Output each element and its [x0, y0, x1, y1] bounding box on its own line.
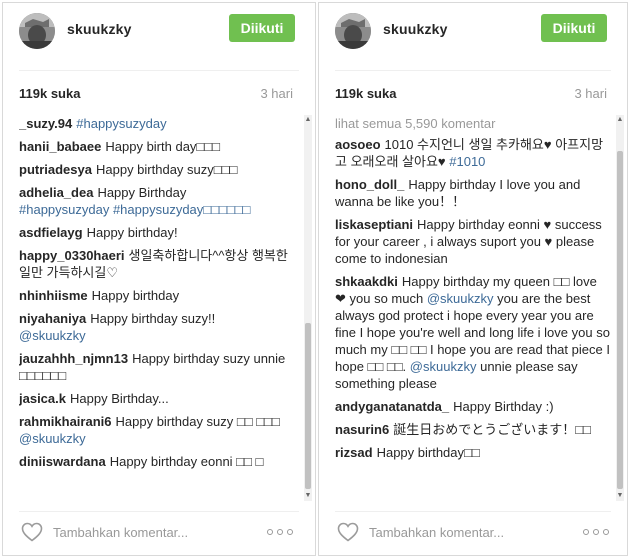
comment-text: Happy birthday suzy □□ □□□	[115, 414, 280, 429]
follow-button[interactable]: Diikuti	[229, 14, 295, 42]
comment-item: niyahaniya Happy birthday suzy!! @skuukzky	[19, 310, 299, 344]
comment-username[interactable]: hono_doll_	[335, 177, 404, 192]
follow-button[interactable]: Diikuti	[541, 14, 607, 42]
comment-list: _suzy.94 #happysuzyday hanii_babaee Happy …	[19, 115, 299, 501]
more-options-icon[interactable]	[267, 524, 293, 540]
comment-text: Happy Birthday	[97, 185, 187, 200]
comment-input[interactable]	[369, 522, 559, 542]
comment-username[interactable]: asdfielayg	[19, 225, 83, 240]
comment-text: Happy birthday	[91, 288, 180, 303]
hashtag[interactable]: #happysuzyday	[76, 116, 166, 131]
comment-item: jauzahhh_njmn13 Happy birthday suzy unnie…	[19, 350, 299, 384]
post-panel-left: skuukzky Diikuti 119k suka 3 hari _suzy.…	[2, 2, 316, 556]
comment-item: andyganatanatda_ Happy Birthday :)	[335, 398, 611, 415]
scrollbar-thumb[interactable]	[617, 151, 623, 489]
comment-text: Happy Birthday :)	[453, 399, 554, 414]
comment-item: rahmikhairani6 Happy birthday suzy □□ □□□…	[19, 413, 299, 447]
hashtag[interactable]: #1010	[449, 154, 485, 169]
mention-link[interactable]: @skuukzky	[19, 328, 86, 343]
comment-username[interactable]: liskaseptiani	[335, 217, 413, 232]
scroll-down-arrow-icon[interactable]: ▼	[304, 491, 312, 501]
comment-username[interactable]: nasurin6	[335, 422, 389, 437]
comment-username[interactable]: diniiswardana	[19, 454, 106, 469]
comment-list: lihat semua 5,590 komentar aosoeo 1010 수지…	[335, 115, 611, 501]
comment-username[interactable]: niyahaniya	[19, 311, 86, 326]
comment-input[interactable]	[53, 522, 243, 542]
comment-username[interactable]: hanii_babaee	[19, 139, 101, 154]
mention-link[interactable]: @skuukzky	[427, 291, 494, 306]
comment-username[interactable]: jasica.k	[19, 391, 66, 406]
comment-item: diniiswardana Happy birthday eonni □□ □	[19, 453, 299, 470]
comment-username[interactable]: _suzy.94	[19, 116, 72, 131]
comment-text: Happy birthday!	[86, 225, 178, 240]
comment-text: Happy birthday□□	[376, 445, 480, 460]
post-time[interactable]: 3 hari	[574, 86, 607, 101]
avatar[interactable]	[19, 13, 55, 49]
comment-username[interactable]: aosoeo	[335, 137, 381, 152]
scroll-down-arrow-icon[interactable]: ▼	[616, 491, 624, 501]
comment-username[interactable]: andyganatanatda_	[335, 399, 449, 414]
more-options-icon[interactable]	[583, 524, 609, 540]
heart-icon[interactable]	[21, 522, 43, 542]
comment-text: Happy birth day□□□	[105, 139, 220, 154]
comment-item: hono_doll_ Happy birthday I love you and …	[335, 176, 611, 210]
comment-username[interactable]: putriadesya	[19, 162, 92, 177]
comment-item: aosoeo 1010 수지언니 생일 추카해요♥ 아프지망고 오래오래 살아요♥…	[335, 136, 611, 170]
view-all-comments-link[interactable]: lihat semua 5,590 komentar	[335, 115, 611, 132]
like-count[interactable]: 119k suka	[335, 86, 396, 101]
comment-username[interactable]: shkaakdki	[335, 274, 398, 289]
mention-link[interactable]: @skuukzky	[410, 359, 477, 374]
comment-item: happy_0330haeri 생일축하합니다^^항상 행복한 일만 가득하시길♡	[19, 247, 299, 281]
heart-icon[interactable]	[337, 522, 359, 542]
comment-text: Happy birthday suzy!!	[90, 311, 216, 326]
post-header: skuukzky Diikuti	[3, 3, 315, 59]
post-footer	[319, 512, 627, 555]
comment-text: Happy birthday eonni □□ □	[109, 454, 264, 469]
post-footer	[3, 512, 315, 555]
username[interactable]: skuukzky	[67, 21, 132, 37]
comment-username[interactable]: rizsad	[335, 445, 373, 460]
username[interactable]: skuukzky	[383, 21, 448, 37]
scrollbar-thumb[interactable]	[305, 323, 311, 489]
comment-item: jasica.k Happy Birthday...	[19, 390, 299, 407]
comment-text: Happy Birthday...	[70, 391, 169, 406]
comment-text: Happy birthday suzy□□□	[95, 162, 238, 177]
comment-item: putriadesya Happy birthday suzy□□□	[19, 161, 299, 178]
scroll-up-arrow-icon[interactable]: ▲	[616, 115, 624, 125]
comment-scrollbar[interactable]: ▲ ▼	[616, 115, 624, 501]
comment-item: adhelia_dea Happy Birthday #happysuzyday #…	[19, 184, 299, 218]
comment-item: nasurin6 誕生日おめでとうございます！□□	[335, 421, 611, 438]
post-time[interactable]: 3 hari	[260, 86, 293, 101]
comment-item: liskaseptiani Happy birthday eonni ♥ succ…	[335, 216, 611, 267]
comment-username[interactable]: jauzahhh_njmn13	[19, 351, 128, 366]
comment-item: asdfielayg Happy birthday!	[19, 224, 299, 241]
avatar[interactable]	[335, 13, 371, 49]
comment-item: nhinhiisme Happy birthday	[19, 287, 299, 304]
comment-username[interactable]: nhinhiisme	[19, 288, 88, 303]
comment-item: hanii_babaee Happy birth day□□□	[19, 138, 299, 155]
comment-scrollbar[interactable]: ▲ ▼	[304, 115, 312, 501]
divider	[19, 70, 299, 71]
comment-item: _suzy.94 #happysuzyday	[19, 115, 299, 132]
post-header: skuukzky Diikuti	[319, 3, 627, 59]
comment-item: rizsad Happy birthday□□	[335, 444, 611, 461]
comment-username[interactable]: adhelia_dea	[19, 185, 93, 200]
like-count[interactable]: 119k suka	[19, 86, 80, 101]
comment-item: shkaakdki Happy birthday my queen □□ love…	[335, 273, 611, 392]
comment-username[interactable]: happy_0330haeri	[19, 248, 125, 263]
comment-text: 誕生日おめでとうございます！□□	[393, 422, 591, 437]
scroll-up-arrow-icon[interactable]: ▲	[304, 115, 312, 125]
comment-username[interactable]: rahmikhairani6	[19, 414, 112, 429]
hashtag[interactable]: #happysuzyday #happysuzyday□□□□□□	[19, 202, 250, 217]
mention-link[interactable]: @skuukzky	[19, 431, 86, 446]
divider	[335, 70, 611, 71]
post-panel-right: skuukzky Diikuti 119k suka 3 hari lihat …	[318, 2, 628, 556]
